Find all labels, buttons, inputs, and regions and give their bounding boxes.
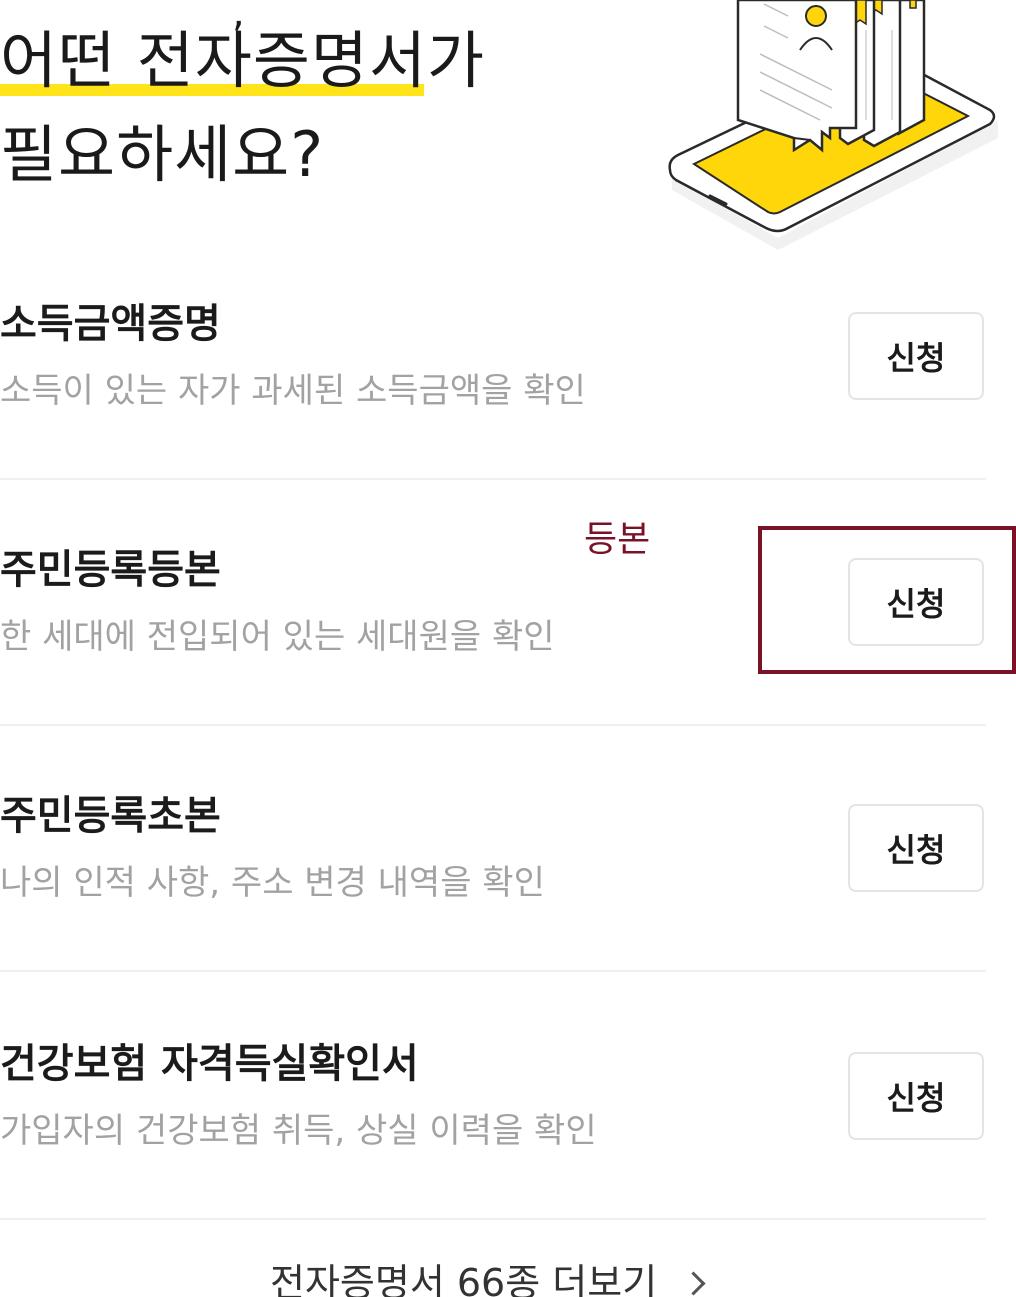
phone-documents-illustration (668, 0, 998, 250)
apply-button-health-insurance-qualification[interactable]: 신청 (848, 1052, 984, 1140)
item-title: 소득금액증명 (0, 301, 221, 347)
item-description: 가입자의 건강보험 취득, 상실 이력을 확인 (0, 1111, 597, 1151)
item-description: 소득이 있는 자가 과세된 소득금액을 확인 (0, 371, 586, 411)
divider (0, 970, 986, 972)
list-item-health-insurance-qualification: 건강보험 자격득실확인서 가입자의 건강보험 취득, 상실 이력을 확인 신청 (0, 1030, 986, 1276)
divider (0, 1218, 986, 1220)
divider (0, 724, 986, 726)
more-certificates-label: 전자증명서 66종 더보기 (270, 1261, 658, 1297)
more-certificates-link[interactable]: 전자증명서 66종 더보기 (270, 1261, 706, 1297)
item-description: 한 세대에 전입되어 있는 세대원을 확인 (0, 617, 555, 657)
annotation-highlight-box (758, 526, 1016, 674)
item-title: 주민등록초본 (0, 793, 221, 839)
item-title: 주민등록등본 (0, 547, 221, 593)
list-item-income-certificate: 소득금액증명 소득이 있는 자가 과세된 소득금액을 확인 신청 (0, 290, 986, 536)
chevron-right-icon (681, 1270, 706, 1296)
list-item-resident-registration-abstract: 주민등록초본 나의 인적 사항, 주소 변경 내역을 확인 신청 (0, 782, 986, 1028)
annotation-label: 등본 (584, 519, 651, 560)
item-description: 나의 인적 사항, 주소 변경 내역을 확인 (0, 863, 545, 903)
apply-button-resident-registration-abstract[interactable]: 신청 (848, 804, 984, 892)
divider (0, 478, 986, 480)
page-title-line-2: 필요하세요? (0, 118, 325, 191)
item-title: 건강보험 자격득실확인서 (0, 1041, 419, 1087)
certificate-list-page: , 어떤 전자증명서가 필요하세요? 소득금액증명 소득이 있는 자가 과세된 … (0, 0, 1016, 1297)
apply-button-income-certificate[interactable]: 신청 (848, 312, 984, 400)
page-title-line-1: 어떤 전자증명서가 (0, 24, 486, 97)
